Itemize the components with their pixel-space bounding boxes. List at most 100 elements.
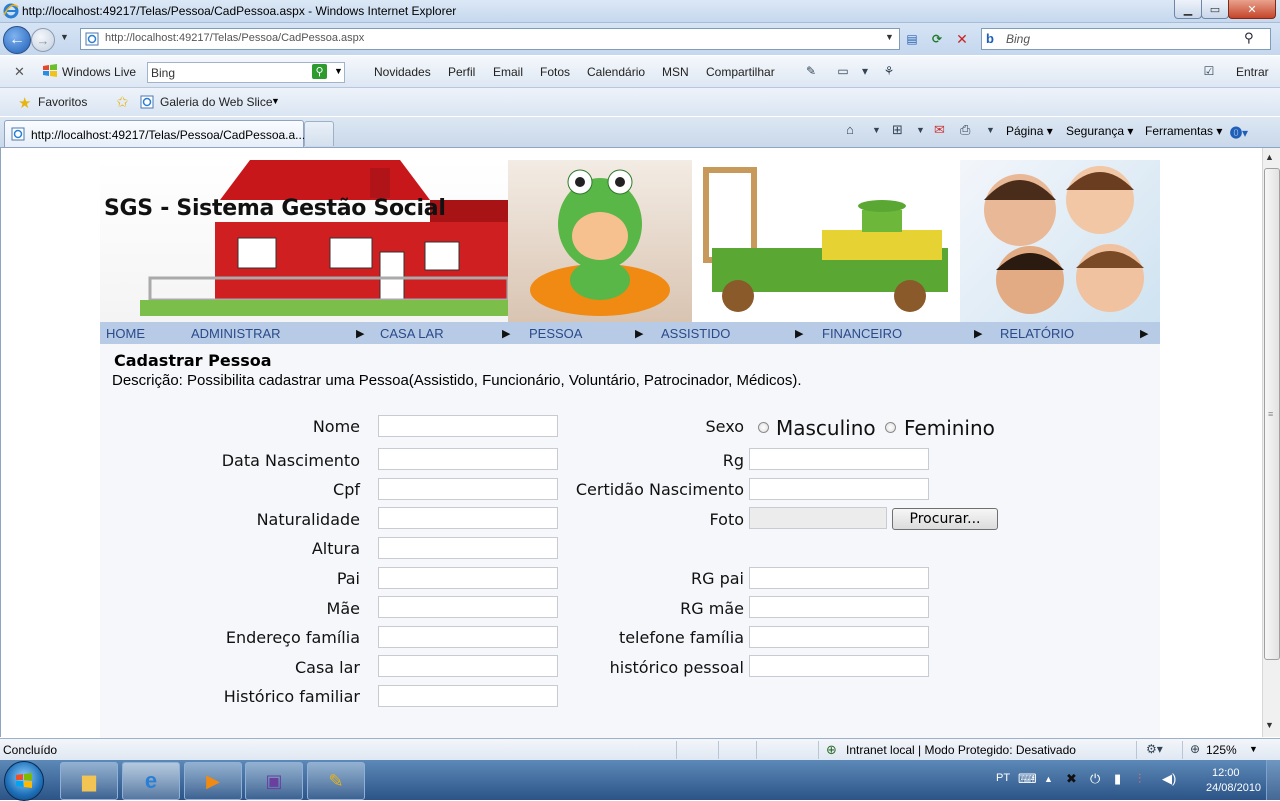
radio-feminino-label[interactable]: Feminino bbox=[904, 416, 995, 440]
zoom-icon[interactable]: ⊕ bbox=[1190, 742, 1200, 756]
radio-feminino[interactable] bbox=[885, 422, 896, 433]
volume-icon[interactable]: ◀) bbox=[1162, 771, 1176, 787]
live-link-compartilhar[interactable]: Compartilhar bbox=[706, 65, 775, 79]
print-icon[interactable]: ⎙ bbox=[960, 122, 970, 138]
page-menu[interactable]: Página ▾ bbox=[1006, 124, 1053, 138]
add-favorite-icon[interactable]: ✩ bbox=[116, 93, 129, 111]
menu-home[interactable]: HOME bbox=[106, 326, 145, 341]
live-link-msn[interactable]: MSN bbox=[662, 65, 689, 79]
input-certidao-nascimento[interactable] bbox=[749, 478, 929, 500]
favorites-button[interactable]: Favoritos bbox=[38, 95, 87, 109]
language-indicator[interactable]: PT bbox=[996, 772, 1010, 784]
input-historico-pessoal[interactable] bbox=[749, 655, 929, 677]
forward-button[interactable]: → bbox=[31, 28, 55, 52]
input-foto-file[interactable] bbox=[749, 507, 887, 529]
start-button[interactable] bbox=[4, 761, 44, 801]
windows-live-label[interactable]: Windows Live bbox=[62, 65, 136, 79]
menu-administrar[interactable]: ADMINISTRAR bbox=[191, 326, 281, 341]
folder-dropdown-icon[interactable]: ▾ bbox=[856, 62, 874, 80]
live-link-perfil[interactable]: Perfil bbox=[448, 65, 475, 79]
taskbar-ie-button[interactable]: e bbox=[122, 762, 180, 800]
menu-pessoa[interactable]: PESSOA bbox=[529, 326, 582, 341]
url-input[interactable]: http://localhost:49217/Telas/Pessoa/CadP… bbox=[80, 28, 900, 50]
sign-in-link[interactable]: Entrar bbox=[1236, 65, 1269, 79]
taskbar-remote-desktop-button[interactable]: ▣ bbox=[245, 762, 303, 800]
live-search-dropdown-icon[interactable]: ▼ bbox=[334, 66, 343, 76]
home-icon[interactable]: ⌂ bbox=[846, 122, 854, 137]
webslice-gallery-link[interactable]: Galeria do Web Slice bbox=[160, 95, 273, 109]
scroll-up-icon[interactable]: ▲ bbox=[1265, 152, 1274, 162]
radio-masculino-label[interactable]: Masculino bbox=[776, 416, 876, 440]
close-window-button[interactable]: ✕ bbox=[1228, 0, 1276, 19]
recent-pages-dropdown[interactable]: ▼ bbox=[60, 32, 69, 42]
minimize-button[interactable]: ▁ bbox=[1174, 0, 1202, 19]
input-historico-familiar[interactable] bbox=[378, 685, 558, 707]
keyboard-icon[interactable]: ⌨ bbox=[1018, 771, 1037, 787]
live-link-novidades[interactable]: Novidades bbox=[374, 65, 431, 79]
print-dropdown-icon[interactable]: ▼ bbox=[986, 125, 995, 135]
scroll-down-icon[interactable]: ▼ bbox=[1265, 720, 1274, 730]
input-altura[interactable] bbox=[378, 537, 558, 559]
menu-assistido[interactable]: ASSISTIDO bbox=[661, 326, 730, 341]
translate-icon[interactable]: ⚘ bbox=[880, 62, 898, 80]
blog-icon[interactable]: ✎ bbox=[802, 62, 820, 80]
show-desktop-button[interactable] bbox=[1266, 760, 1280, 800]
zoom-level[interactable]: 125% bbox=[1206, 743, 1237, 757]
close-toolbar-icon[interactable]: ✕ bbox=[14, 64, 25, 80]
power-icon[interactable]: ⏻ bbox=[1090, 771, 1100, 787]
help-icon[interactable]: ⓿▾ bbox=[1230, 124, 1248, 141]
radio-masculino[interactable] bbox=[758, 422, 769, 433]
clock-time[interactable]: 12:00 bbox=[1212, 767, 1240, 779]
stop-button[interactable]: ✕ bbox=[951, 29, 973, 49]
menu-relatorio[interactable]: RELATÓRIO bbox=[1000, 326, 1074, 341]
checkmark-icon[interactable]: ☑ bbox=[1200, 62, 1218, 80]
tools-menu[interactable]: Ferramentas ▾ bbox=[1145, 124, 1222, 138]
maximize-button[interactable]: ▭ bbox=[1201, 0, 1229, 19]
security-menu[interactable]: Segurança ▾ bbox=[1066, 124, 1133, 138]
search-input[interactable]: b Bing ⚲ bbox=[981, 28, 1271, 50]
input-telefone-familia[interactable] bbox=[749, 626, 929, 648]
mail-icon[interactable]: ✉ bbox=[934, 122, 945, 138]
folder-icon[interactable]: ▭ bbox=[834, 62, 852, 80]
input-endereco-familia[interactable] bbox=[378, 626, 558, 648]
menu-financeiro[interactable]: FINANCEIRO bbox=[822, 326, 902, 341]
menu-casa-lar[interactable]: CASA LAR bbox=[380, 326, 444, 341]
feed-dropdown-icon[interactable]: ▼ bbox=[916, 125, 925, 135]
taskbar-paint-button[interactable]: ✎ bbox=[307, 762, 365, 800]
back-button[interactable]: ← bbox=[3, 26, 31, 54]
security-zone-text[interactable]: Intranet local | Modo Protegido: Desativ… bbox=[846, 743, 1076, 757]
input-cpf[interactable] bbox=[378, 478, 558, 500]
network-disconnected-icon[interactable]: ✖ bbox=[1066, 771, 1077, 787]
rss-feed-icon[interactable]: ⊞ bbox=[892, 122, 903, 138]
live-link-email[interactable]: Email bbox=[493, 65, 523, 79]
new-tab-button[interactable] bbox=[304, 121, 334, 146]
search-icon[interactable]: ⚲ bbox=[1244, 30, 1254, 46]
show-hidden-icons[interactable]: ▲ bbox=[1044, 774, 1053, 784]
live-link-calendario[interactable]: Calendário bbox=[587, 65, 645, 79]
popup-settings-icon[interactable]: ⚙▾ bbox=[1146, 742, 1163, 756]
compatibility-view-button[interactable]: ▤ bbox=[901, 29, 923, 49]
input-data-nascimento[interactable] bbox=[378, 448, 558, 470]
input-nome[interactable] bbox=[378, 415, 558, 437]
input-pai[interactable] bbox=[378, 567, 558, 589]
scrollbar-thumb[interactable]: ≡ bbox=[1264, 168, 1280, 660]
live-search-go-button[interactable]: ⚲ bbox=[312, 64, 327, 79]
home-dropdown-icon[interactable]: ▼ bbox=[872, 125, 881, 135]
webslice-dropdown-icon[interactable]: ▼ bbox=[271, 96, 280, 106]
live-link-fotos[interactable]: Fotos bbox=[540, 65, 570, 79]
url-dropdown-icon[interactable]: ▼ bbox=[885, 32, 894, 42]
browse-file-button[interactable]: Procurar... bbox=[892, 508, 998, 530]
input-rg-mae[interactable] bbox=[749, 596, 929, 618]
battery-icon[interactable]: ▮ bbox=[1114, 771, 1121, 787]
input-rg[interactable] bbox=[749, 448, 929, 470]
zoom-dropdown-icon[interactable]: ▼ bbox=[1249, 744, 1258, 754]
input-rg-pai[interactable] bbox=[749, 567, 929, 589]
tab-current-page[interactable]: http://localhost:49217/Telas/Pessoa/CadP… bbox=[4, 120, 305, 147]
vertical-scrollbar[interactable]: ▲ ≡ ▼ bbox=[1262, 148, 1280, 737]
taskbar-explorer-button[interactable]: ▆ bbox=[60, 762, 118, 800]
refresh-button[interactable]: ⟳ bbox=[926, 29, 948, 49]
input-casa-lar[interactable] bbox=[378, 655, 558, 677]
input-naturalidade[interactable] bbox=[378, 507, 558, 529]
network-signal-icon[interactable]: ⫶ bbox=[1138, 771, 1141, 787]
live-search-input[interactable]: Bing ⚲ ▼ bbox=[147, 62, 345, 83]
